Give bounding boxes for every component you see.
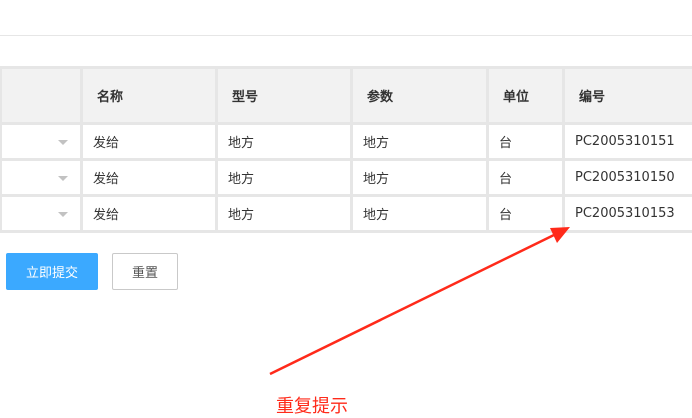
- annotation-arrow-icon: [0, 0, 692, 404]
- annotation-text: 重复提示: [276, 392, 348, 418]
